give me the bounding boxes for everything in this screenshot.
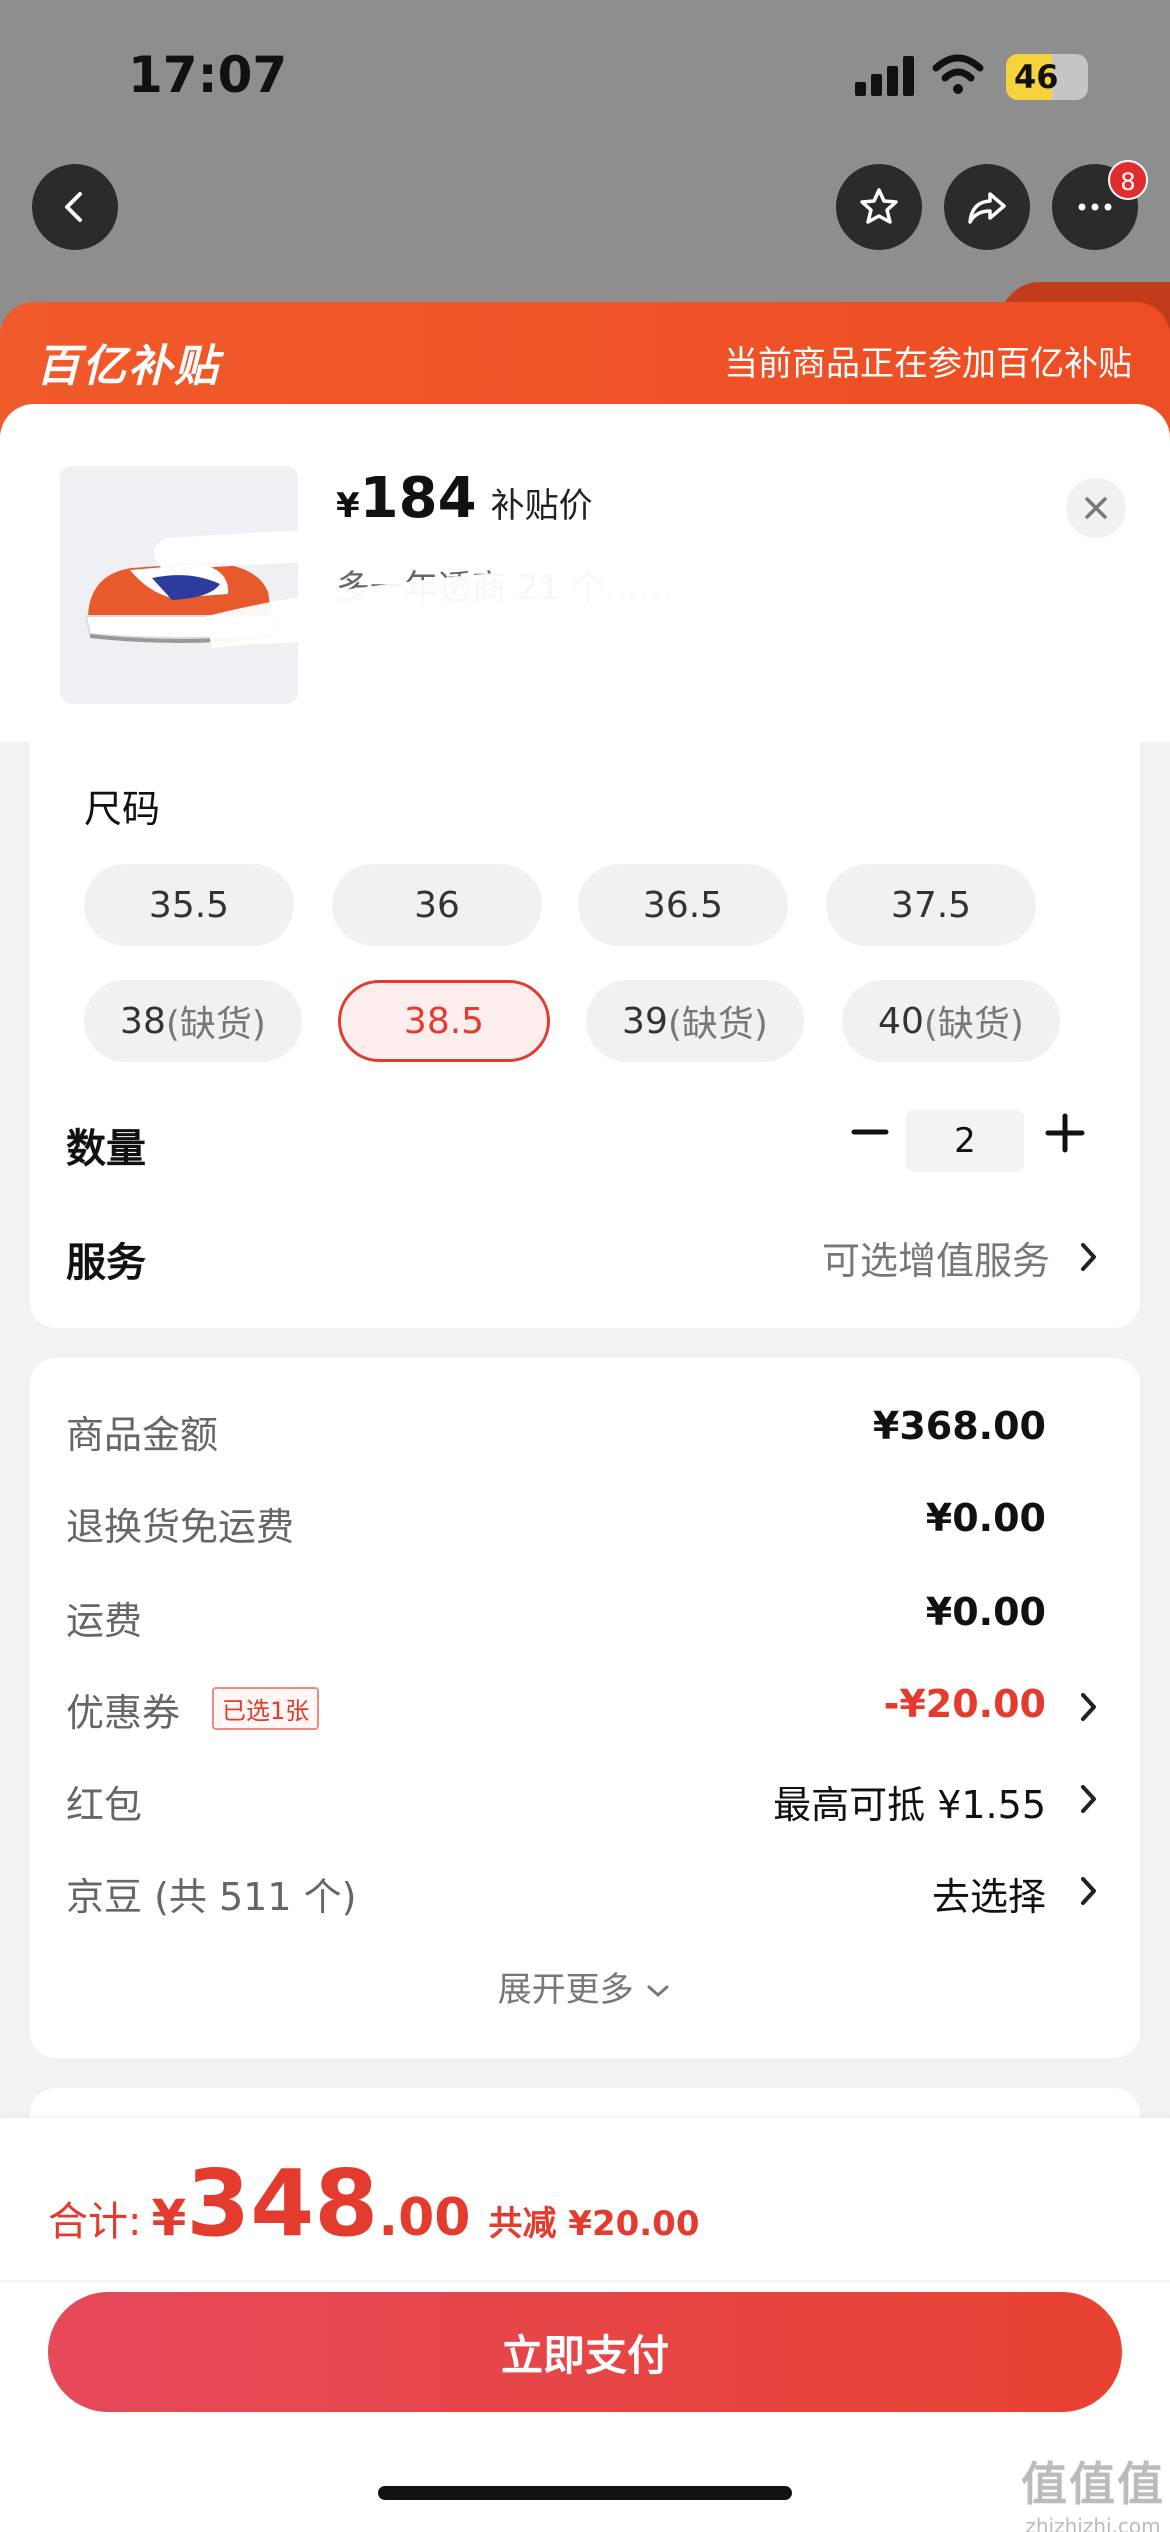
watermark-logo: 值值值	[1021, 2457, 1165, 2511]
red-packet-value[interactable]: 最高可抵 ¥1.55	[773, 1774, 1046, 1829]
size-option-label: 39	[622, 1000, 668, 1042]
total-currency: ¥	[151, 2189, 187, 2247]
summary-row-label: 运费	[66, 1599, 143, 1643]
wifi-icon	[932, 54, 984, 94]
size-option-label: 36.5	[642, 884, 724, 926]
size-label: 尺码	[84, 787, 161, 831]
watermark-url: zhizhizhi.com	[1025, 2514, 1161, 2532]
chevron-left-icon	[65, 192, 82, 222]
back-button[interactable]	[32, 164, 118, 250]
battery-icon: 46	[1006, 54, 1088, 100]
product-card: ¥ 184 补贴价 多一年透商 21 个……	[0, 404, 1170, 742]
size-option-label: 35.5	[148, 884, 230, 926]
out-of-stock-note: (缺货)	[667, 1004, 768, 1045]
summary-row-label: 商品金额	[66, 1413, 219, 1457]
size-option-selected[interactable]: 38.5	[338, 980, 550, 1062]
redaction-scribble	[154, 524, 1170, 648]
service-selector[interactable]: 可选增值服务	[822, 1230, 1050, 1285]
close-button[interactable]	[1066, 478, 1126, 538]
subsidy-note: 当前商品正在参加百亿补贴	[724, 344, 1132, 384]
summary-row-value: ¥0.00	[925, 1590, 1046, 1634]
quantity-label: 数量	[66, 1126, 146, 1172]
out-of-stock-note: (缺货)	[923, 1004, 1024, 1045]
coupon-row-label[interactable]: 优惠券	[66, 1682, 180, 1737]
divider	[0, 2280, 1170, 2282]
chevron-right-icon	[1081, 1785, 1096, 1813]
size-option-label: 36	[414, 884, 460, 926]
size-option-label: 37.5	[890, 884, 972, 926]
size-option-label: 40	[878, 1000, 924, 1042]
size-option-out-of-stock[interactable]: 40 (缺货)	[842, 980, 1060, 1062]
star-icon	[860, 188, 898, 224]
chevron-down-icon	[647, 1985, 669, 1998]
service-label: 服务	[66, 1240, 146, 1286]
notification-badge: 8	[1108, 160, 1148, 200]
size-option[interactable]: 35.5	[84, 864, 294, 946]
expand-more-button[interactable]: 展开更多	[0, 1962, 1170, 2011]
red-packet-row-label[interactable]: 红包	[66, 1774, 142, 1829]
close-icon	[1085, 497, 1107, 519]
total-integer: 348	[186, 2150, 379, 2257]
share-icon	[968, 192, 1006, 224]
chevron-right-icon	[1081, 1693, 1096, 1721]
status-bar: 17:07 46	[0, 0, 1170, 150]
coupon-discount-value[interactable]: -¥20.00	[884, 1682, 1046, 1726]
order-total: 合计: ¥ 348 .00 共减 ¥20.00	[48, 2150, 700, 2257]
summary-row-label: 退换货免运费	[66, 1505, 295, 1549]
size-option[interactable]: 36.5	[578, 864, 788, 946]
quantity-input[interactable]: 2	[906, 1110, 1024, 1172]
home-indicator	[378, 2486, 792, 2500]
size-option-out-of-stock[interactable]: 38 (缺货)	[84, 980, 302, 1062]
jd-beans-select[interactable]: 去选择	[932, 1866, 1046, 1921]
size-option-out-of-stock[interactable]: 39 (缺货)	[586, 980, 804, 1062]
quantity-decrease-button[interactable]	[846, 1108, 894, 1156]
chevron-right-icon	[1081, 1877, 1096, 1905]
summary-row-value: ¥0.00	[925, 1496, 1046, 1540]
favorite-button[interactable]	[836, 164, 922, 250]
chevron-right-icon	[1081, 1243, 1096, 1271]
total-savings: 共减 ¥20.00	[488, 2204, 700, 2244]
total-decimal: .00	[378, 2188, 471, 2248]
status-time: 17:07	[128, 46, 288, 104]
battery-level: 46	[1014, 58, 1059, 96]
jd-beans-row-label[interactable]: 京豆 (共 511 个)	[66, 1866, 356, 1921]
subsidy-logo: 百亿补贴	[36, 341, 220, 392]
size-option-label: 38.5	[403, 1000, 485, 1042]
share-button[interactable]	[944, 164, 1030, 250]
size-option[interactable]: 37.5	[826, 864, 1036, 946]
out-of-stock-note: (缺货)	[165, 1004, 266, 1045]
quantity-increase-button[interactable]	[1040, 1108, 1090, 1158]
summary-row-value: ¥368.00	[872, 1404, 1046, 1448]
coupon-selected-badge: 已选1张	[212, 1687, 320, 1730]
size-option-label: 38	[120, 1000, 166, 1042]
total-label: 合计:	[48, 2199, 142, 2245]
pay-now-button[interactable]: 立即支付	[48, 2292, 1122, 2412]
signal-icon	[855, 56, 915, 96]
size-option[interactable]: 36	[332, 864, 542, 946]
expand-more-label: 展开更多	[497, 1970, 634, 2010]
watermark: 值值值 zhizhizhi.com	[1018, 2448, 1168, 2532]
